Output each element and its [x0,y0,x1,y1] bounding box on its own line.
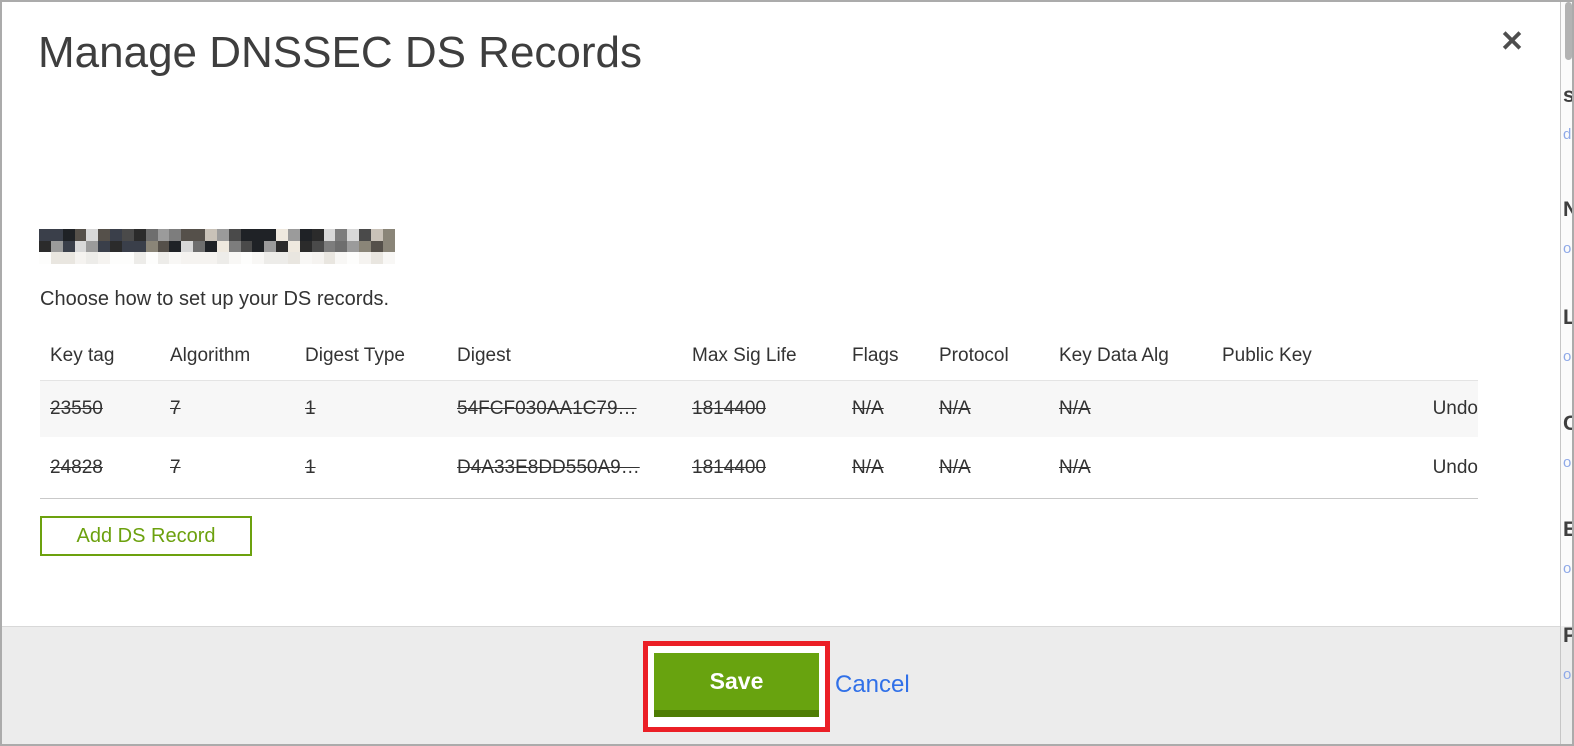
header-key-tag: Key tag [50,345,115,366]
table-row: 24828 7 1 D4A33E8DD550A9… 1814400 N/A N/… [40,437,1478,499]
cell-digest: 54FCF030AA1C79… [457,398,637,419]
undo-link[interactable]: Undo [1433,457,1478,479]
background-link-fragment: d [1563,126,1572,143]
cell-max-sig-life: 1814400 [692,456,766,478]
table-row: 23550 7 1 54FCF030AA1C79… 1814400 N/A N/… [40,380,1478,437]
add-ds-record-button[interactable]: Add DS Record [40,516,252,556]
modal-title: Manage DNSSEC DS Records [38,28,643,77]
header-algorithm: Algorithm [170,345,251,366]
table-header-row: Key tag Algorithm Digest Type Digest Max… [40,332,1478,380]
background-link-fragment: o [1563,666,1572,683]
cell-protocol: N/A [939,398,971,419]
close-icon: ✕ [1499,26,1525,58]
instruction-text: Choose how to set up your DS records. [40,288,390,310]
background-link-fragment: o [1563,240,1572,257]
background-page-sliver: s d No Lo Co Eo Po [1560,2,1572,744]
cell-key-data-alg: N/A [1059,456,1091,478]
background-text-fragment: s [1563,84,1572,108]
header-protocol: Protocol [939,345,1009,366]
cell-digest-type: 1 [305,398,316,419]
cancel-link[interactable]: Cancel [835,671,910,699]
cell-key-tag: 23550 [50,398,103,419]
background-link-fragment: o [1563,454,1572,471]
header-max-sig-life: Max Sig Life [692,345,797,366]
header-key-data-alg: Key Data Alg [1059,345,1169,366]
manage-dnssec-modal: Manage DNSSEC DS Records ✕ Choose how to… [2,2,1562,744]
cell-digest: D4A33E8DD550A9… [457,456,640,478]
header-flags: Flags [852,345,899,366]
annotation-highlight-box: Save [643,641,830,732]
background-link-fragment: o [1563,348,1572,365]
background-text-fragment: C [1563,412,1572,436]
redacted-domain [39,229,395,264]
modal-footer: Save Cancel [2,626,1562,744]
background-link-fragment: o [1563,560,1572,577]
close-button[interactable]: ✕ [1492,22,1532,62]
cell-protocol: N/A [939,456,971,478]
header-digest: Digest [457,345,511,366]
cell-key-data-alg: N/A [1059,398,1091,419]
cell-flags: N/A [852,398,884,419]
background-text-fragment: E [1563,518,1572,542]
cell-algorithm: 7 [170,398,181,419]
dialog-screenshot: Manage DNSSEC DS Records ✕ Choose how to… [0,0,1574,746]
header-public-key: Public Key [1222,345,1312,366]
background-text-fragment: L [1563,306,1572,330]
cell-flags: N/A [852,456,884,478]
background-text-fragment: P [1563,624,1572,648]
cell-algorithm: 7 [170,456,181,478]
save-button[interactable]: Save [654,653,819,717]
undo-link[interactable]: Undo [1433,398,1478,420]
background-text-fragment: N [1563,198,1572,222]
ds-records-table: Key tag Algorithm Digest Type Digest Max… [40,332,1478,499]
cell-max-sig-life: 1814400 [692,398,766,419]
cell-digest-type: 1 [305,456,316,478]
cell-key-tag: 24828 [50,456,103,478]
header-digest-type: Digest Type [305,345,405,366]
scrollbar-thumb[interactable] [1565,2,1572,60]
